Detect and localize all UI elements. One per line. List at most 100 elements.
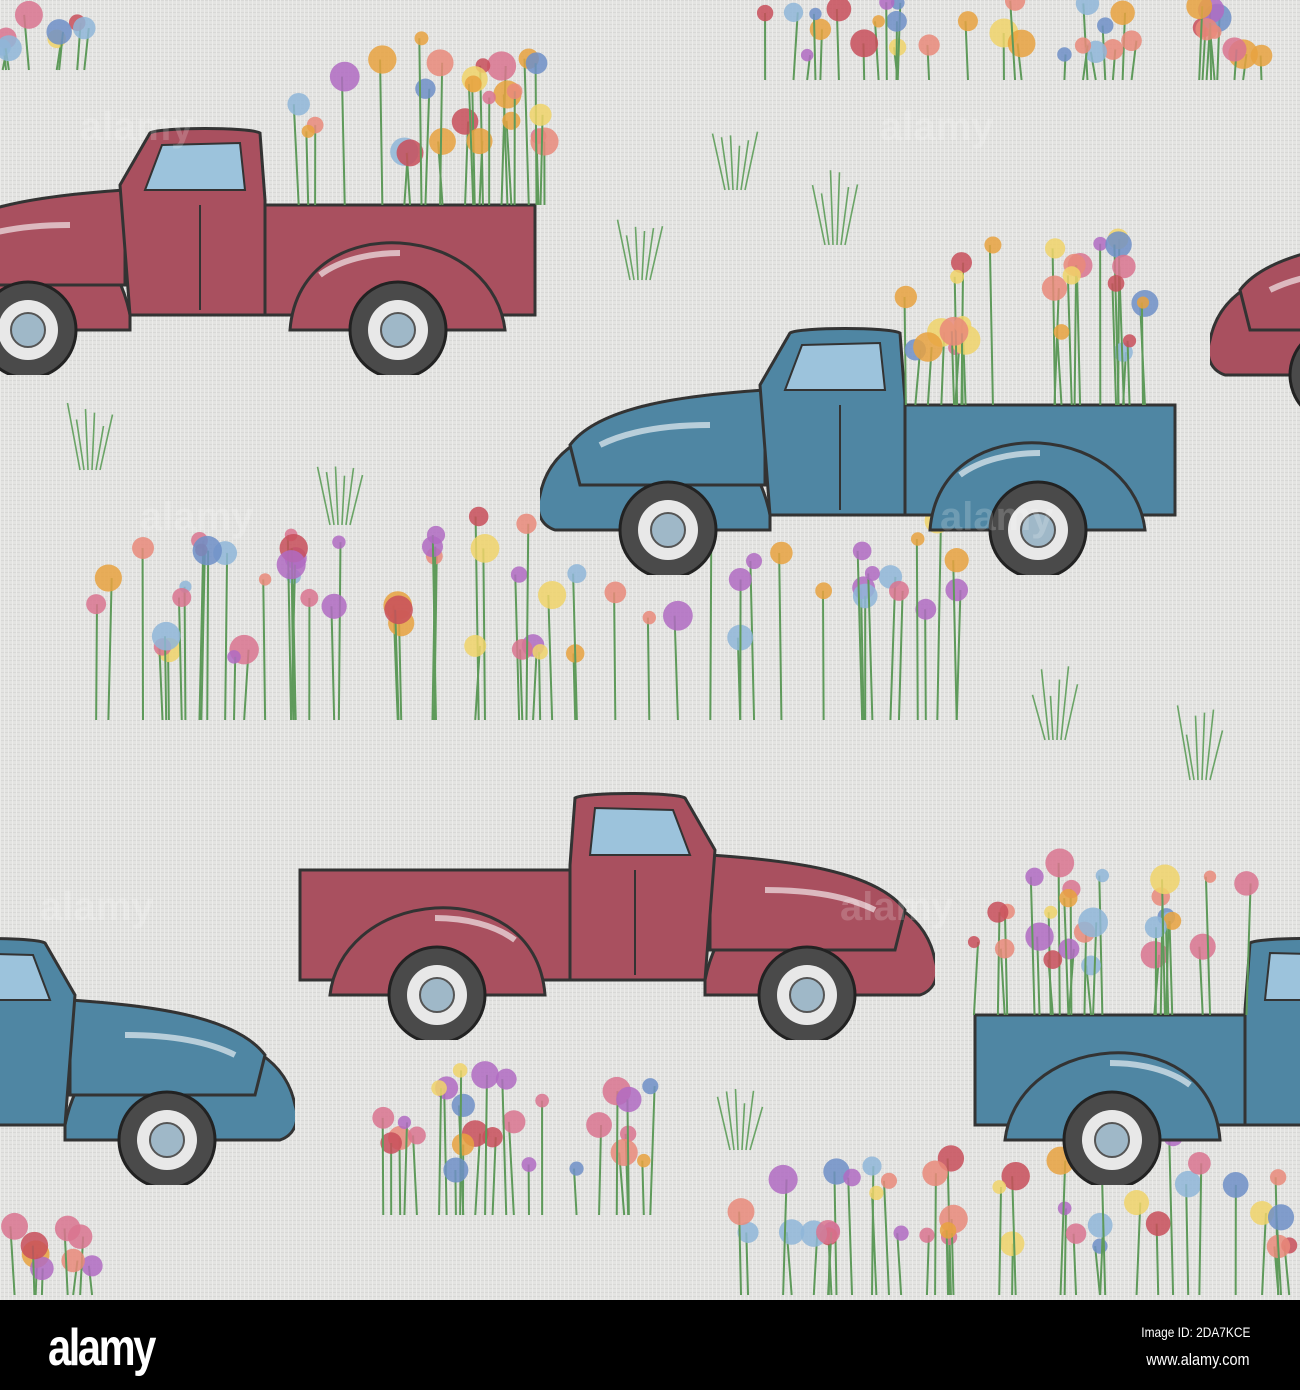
flower-stem [885, 2, 888, 81]
flower-bloom [372, 1106, 395, 1129]
flower-stem [613, 592, 617, 721]
flower-stem [233, 656, 237, 721]
flower-bloom [516, 513, 537, 534]
flower-bloom [301, 124, 315, 138]
flower-bloom [1045, 848, 1075, 878]
flower-bloom [397, 1115, 412, 1129]
flower-bloom [1269, 1169, 1287, 1186]
flower-bloom [1267, 1204, 1295, 1231]
flower-bloom [816, 1220, 841, 1245]
flower-bloom [1093, 236, 1108, 251]
flower-bloom [1122, 334, 1137, 348]
flower-bloom [384, 595, 413, 625]
flower-bloom [1041, 275, 1068, 301]
flower-bloom [54, 1215, 81, 1242]
flower-bloom [431, 1080, 447, 1096]
flower-bloom [332, 535, 346, 549]
flower-bloom [471, 1061, 499, 1089]
flower-bloom [919, 1227, 935, 1243]
flower-bloom [1234, 871, 1259, 896]
flower-bloom [880, 1172, 898, 1189]
flower-bloom [569, 1161, 584, 1176]
flower-stem [1057, 862, 1061, 1016]
flower-bloom [1136, 296, 1150, 309]
flower-bloom [1222, 37, 1247, 62]
flower-bloom [910, 532, 925, 546]
flower-bloom [368, 45, 397, 74]
flower-bloom [94, 564, 122, 592]
flower-bloom [321, 593, 347, 619]
flower-bloom [1058, 938, 1080, 960]
flower-bloom [1092, 1238, 1108, 1254]
flower-bloom [429, 128, 456, 155]
flower-bloom [815, 582, 833, 600]
flower-bloom [464, 75, 482, 93]
flower-bloom [510, 566, 528, 583]
flower-bloom [1044, 905, 1058, 919]
flower-bloom [1112, 254, 1136, 279]
flower-bloom [886, 10, 907, 32]
flower-bloom [468, 506, 489, 527]
flower-stem [206, 550, 210, 721]
flower-bloom [864, 565, 880, 581]
flower-bloom [511, 638, 533, 660]
flower-bloom [852, 583, 878, 609]
flower-bloom [922, 1160, 948, 1187]
flower-bloom [1250, 44, 1273, 67]
flower-bloom [889, 580, 909, 601]
flower-bloom [746, 553, 763, 570]
flower-bloom [20, 1231, 49, 1260]
flower-bloom [532, 644, 548, 660]
svg-text:alamy: alamy [940, 495, 1054, 539]
flower-bloom [1025, 867, 1044, 886]
flower-bloom [950, 252, 972, 274]
flower-bloom [300, 588, 319, 607]
flower-bloom [396, 139, 424, 167]
flower-bloom [525, 52, 548, 75]
flower-bloom [1057, 47, 1072, 62]
flower-bloom [530, 127, 559, 156]
flower-bloom [192, 535, 222, 566]
flower-bloom [616, 1086, 642, 1113]
flower-bloom [604, 581, 627, 604]
flower-bloom [957, 11, 978, 32]
flower-bloom [506, 83, 523, 100]
flower-bloom [945, 578, 969, 602]
flower-bloom [1110, 0, 1135, 25]
alamy-logo: alamy [48, 1319, 156, 1377]
flower-stem [1063, 1208, 1067, 1296]
flower-bloom [132, 537, 154, 559]
flower-bloom [426, 525, 446, 545]
image-id: Image ID: 2DA7KCE [1140, 1324, 1250, 1340]
flower-bloom [999, 1231, 1025, 1257]
flower-stem [934, 1173, 937, 1296]
flower-stem [381, 1117, 385, 1216]
flower-stem [915, 539, 919, 721]
flower-bloom [486, 51, 517, 81]
truck-flower-pattern-illustration: alamy alamy alamy alamy alamy alamy [0, 0, 1300, 1300]
flower-bloom [1044, 238, 1066, 259]
flower-bloom [172, 587, 192, 607]
flower-bloom [1059, 889, 1078, 908]
flower-bloom [451, 1133, 475, 1156]
flower-bloom [939, 1222, 957, 1239]
svg-text:alamy: alamy [140, 495, 254, 539]
flower-stem [538, 651, 542, 721]
flower-bloom [642, 1078, 659, 1095]
flower-bloom [73, 16, 96, 40]
flower-bloom [992, 1180, 1007, 1194]
flower-bloom [1124, 1190, 1150, 1216]
flower-bloom [800, 48, 814, 62]
flower-bloom [869, 1185, 884, 1201]
flower-bloom [1150, 864, 1180, 895]
flower-bloom [756, 4, 774, 22]
svg-text:alamy: alamy [840, 885, 954, 929]
flower-bloom [426, 49, 454, 77]
flower-bloom [987, 901, 1009, 923]
flower-bloom [894, 285, 918, 309]
flower-bloom [567, 564, 587, 584]
flower-bloom [1145, 1211, 1171, 1236]
flower-bloom [1121, 30, 1142, 51]
svg-text:alamy: alamy [880, 105, 994, 149]
site-url: www.alamy.com [1146, 1350, 1250, 1369]
